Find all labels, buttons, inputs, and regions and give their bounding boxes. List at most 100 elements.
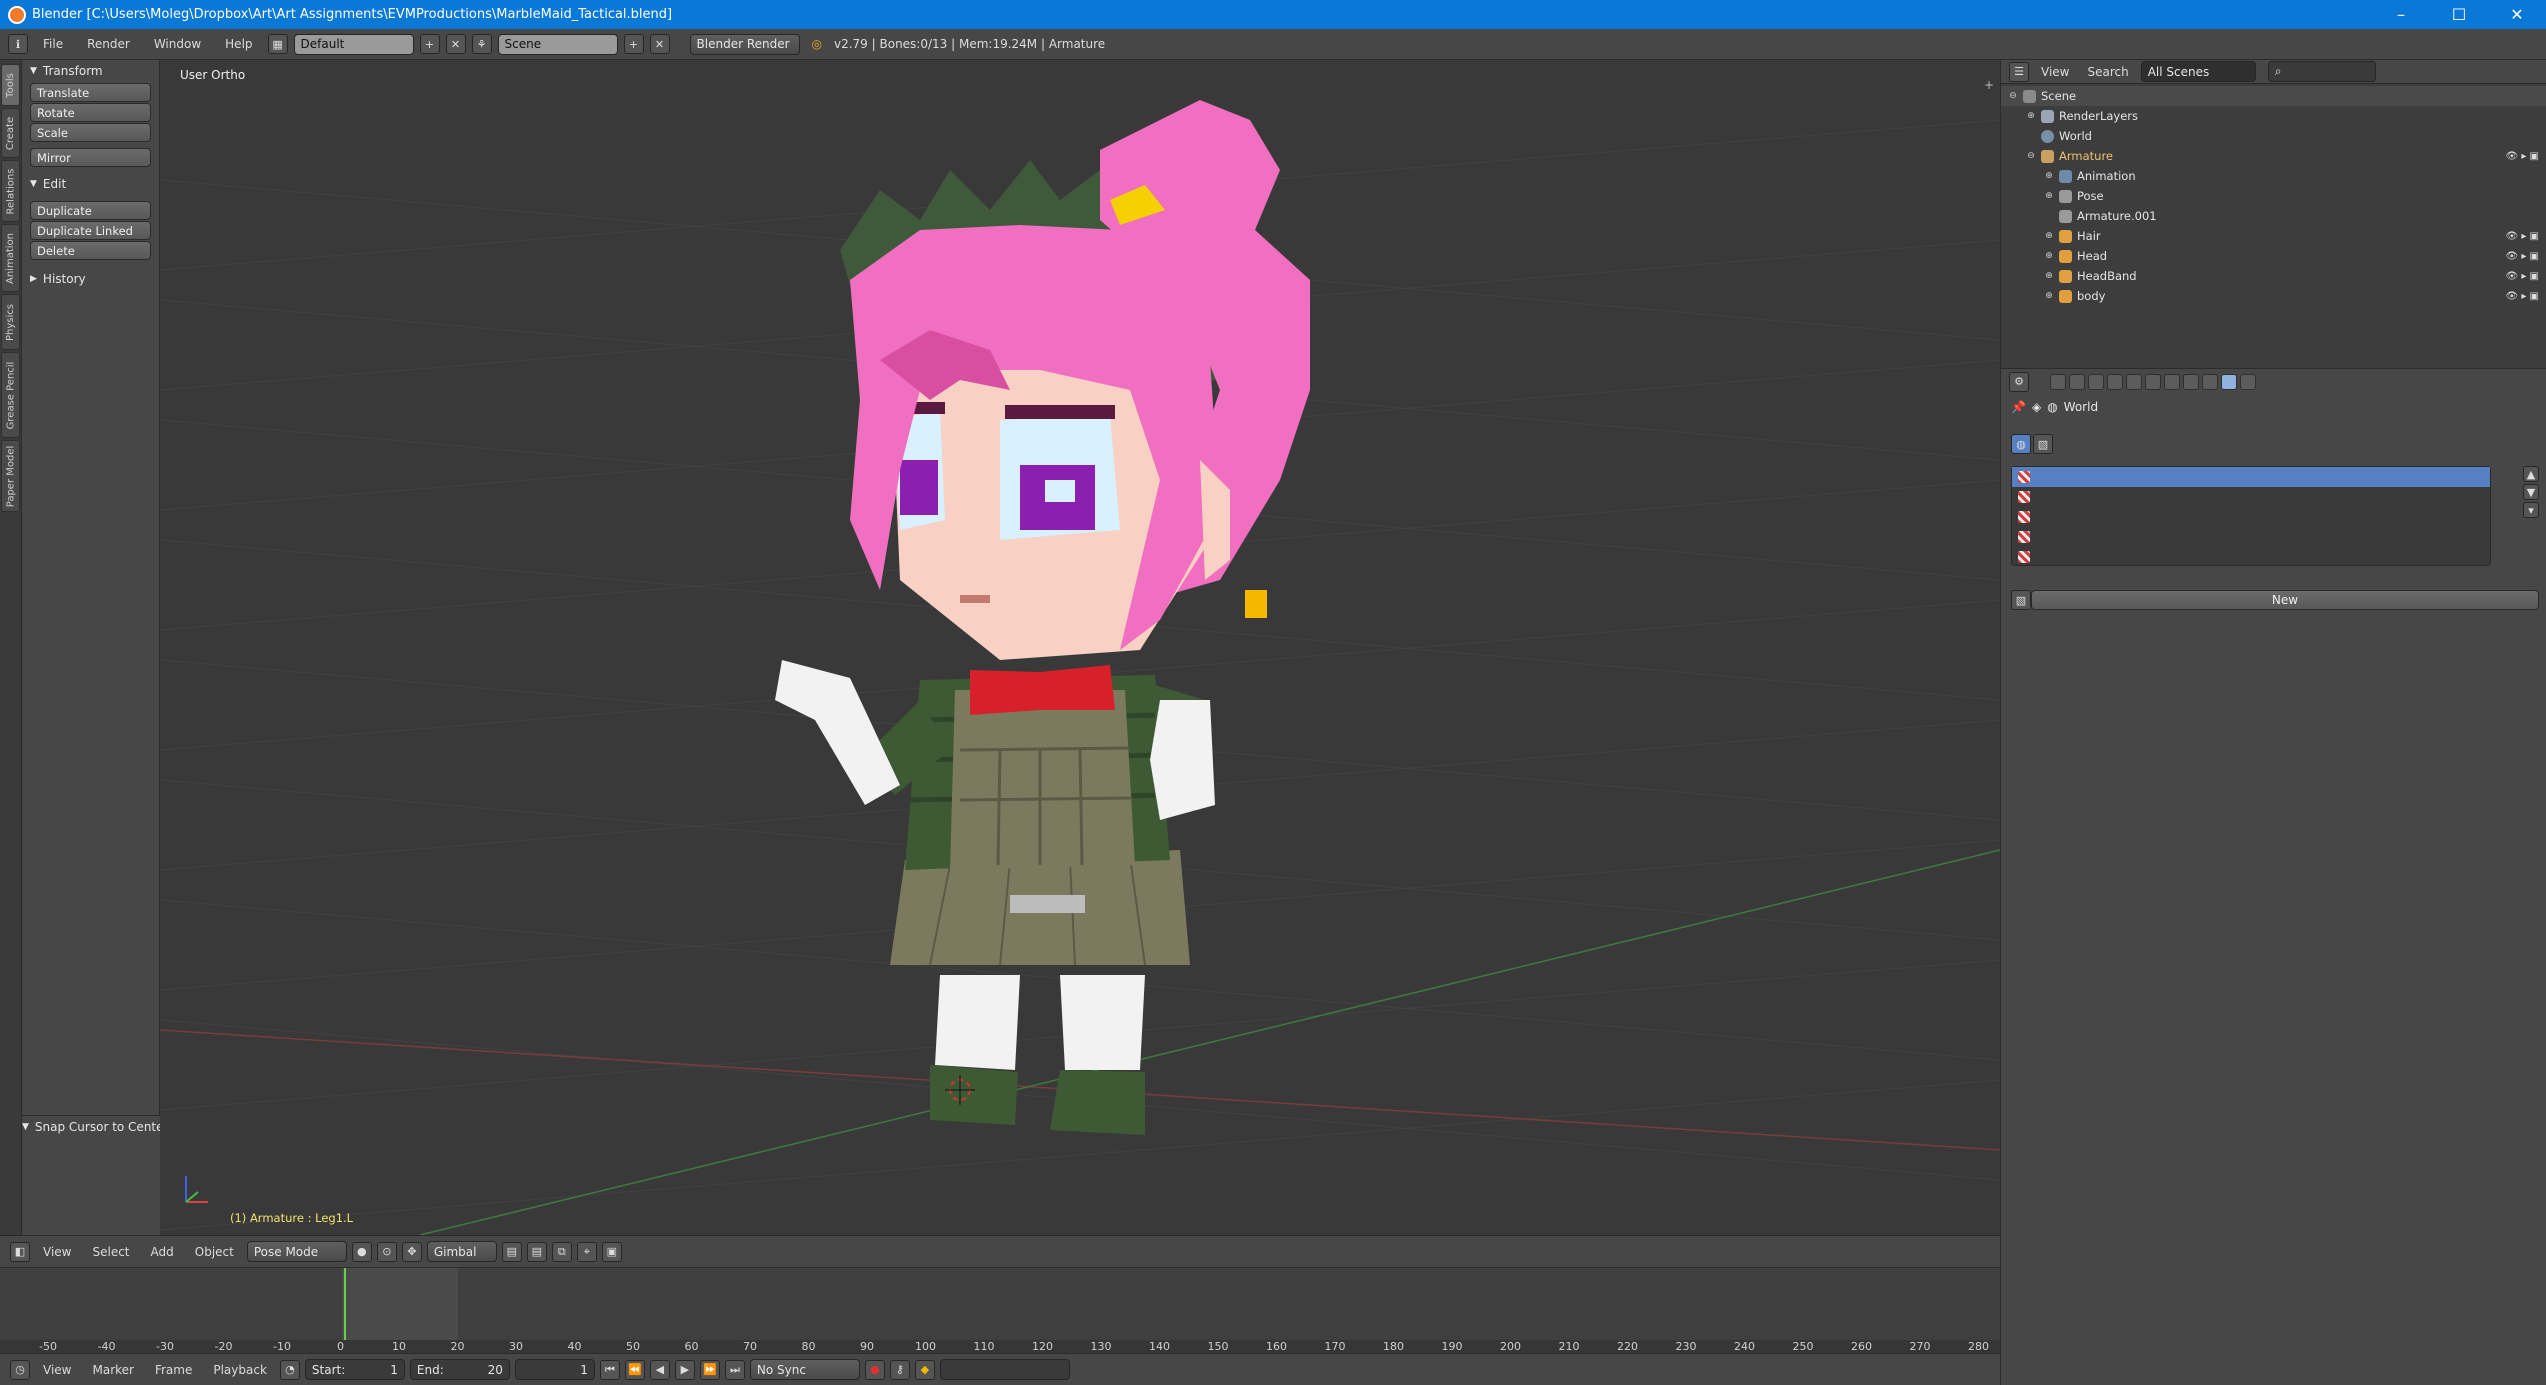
display-mode-dropdown[interactable]: All Scenes: [2140, 61, 2256, 82]
expand-icon[interactable]: ⊕: [2043, 271, 2055, 281]
screen-layout-icon[interactable]: ▦: [267, 34, 288, 54]
history-panel-header[interactable]: ▶ History: [22, 268, 159, 290]
outliner-row-armature[interactable]: ⊖ Armature 👁 ▸ ▣: [2001, 146, 2546, 166]
slot-menu-icon[interactable]: ▾: [2523, 502, 2539, 518]
outliner-row-head[interactable]: ⊕ Head 👁 ▸ ▣: [2001, 246, 2546, 266]
modifiers-tab-icon[interactable]: [2164, 373, 2180, 390]
manipulator-icon[interactable]: ✥: [401, 1241, 422, 1262]
viewport-shading-icon[interactable]: ●: [351, 1241, 372, 1262]
play-icon[interactable]: ▶: [674, 1359, 695, 1380]
translate-button[interactable]: Translate: [30, 83, 151, 102]
orientation-dropdown[interactable]: Gimbal: [426, 1241, 497, 1262]
expand-icon[interactable]: ⊖: [2025, 151, 2037, 161]
menu-view[interactable]: View: [35, 1363, 79, 1377]
3d-viewport[interactable]: User Ortho + (1) Armature : Leg1.L: [160, 60, 2000, 1235]
pivot-point-icon[interactable]: ⊙: [376, 1241, 397, 1262]
editor-type-icon[interactable]: ◧: [10, 1241, 30, 1262]
pose-copy-icon[interactable]: ⧉: [551, 1241, 572, 1262]
scale-button[interactable]: Scale: [30, 123, 151, 142]
snap-cursor-panel-header[interactable]: ▼ Snap Cursor to Center: [22, 1116, 182, 1138]
editor-type-icon[interactable]: ℹ: [8, 34, 28, 54]
menu-view[interactable]: View: [35, 1245, 79, 1259]
menu-search[interactable]: Search: [2081, 65, 2134, 79]
render-engine-dropdown[interactable]: Blender Render: [689, 33, 800, 55]
jump-end-icon[interactable]: ⏭: [724, 1359, 745, 1380]
duplicate-button[interactable]: Duplicate: [30, 201, 151, 220]
menu-select[interactable]: Select: [84, 1245, 137, 1259]
world-texture-icon[interactable]: ◍: [2011, 434, 2031, 454]
constraints-tab-icon[interactable]: [2145, 373, 2161, 390]
jump-start-icon[interactable]: ⏮: [599, 1359, 620, 1380]
menu-window[interactable]: Window: [145, 37, 210, 51]
transform-panel-header[interactable]: ▼ Transform: [22, 60, 159, 82]
expand-icon[interactable]: ⊕: [2043, 291, 2055, 301]
expand-icon[interactable]: ⊕: [2043, 171, 2055, 181]
tab-relations[interactable]: Relations: [1, 160, 20, 222]
outliner-row-armature-data[interactable]: Armature.001: [2001, 206, 2546, 226]
add-scene-icon[interactable]: +: [623, 34, 644, 54]
browse-texture-icon[interactable]: ▧: [2011, 590, 2031, 610]
texture-slot[interactable]: [2012, 487, 2490, 507]
world-tab-icon[interactable]: [2107, 373, 2123, 390]
expand-icon[interactable]: ⊕: [2043, 231, 2055, 241]
visibility-controls[interactable]: 👁 ▸ ▣: [2505, 271, 2539, 282]
end-frame-field[interactable]: End: 20: [409, 1359, 510, 1380]
duplicate-linked-button[interactable]: Duplicate Linked: [30, 221, 151, 240]
keying-set-icon[interactable]: ⚷: [889, 1359, 910, 1380]
data-tab-icon[interactable]: [2183, 373, 2199, 390]
scene-icon[interactable]: ⚘: [471, 34, 492, 54]
mode-dropdown[interactable]: Pose Mode: [246, 1241, 347, 1262]
start-frame-field[interactable]: Start: 1: [304, 1359, 405, 1380]
delete-button[interactable]: Delete: [30, 241, 151, 260]
mirror-button[interactable]: Mirror: [30, 148, 151, 167]
menu-marker[interactable]: Marker: [84, 1363, 141, 1377]
texture-slot[interactable]: [2012, 547, 2490, 567]
pin-icon[interactable]: 📌: [2011, 400, 2026, 414]
rotate-button[interactable]: Rotate: [30, 103, 151, 122]
outliner-row-hair[interactable]: ⊕ Hair 👁 ▸ ▣: [2001, 226, 2546, 246]
outliner-row-pose[interactable]: ⊕ Pose: [2001, 186, 2546, 206]
texture-slot-list[interactable]: [2011, 466, 2491, 566]
menu-playback[interactable]: Playback: [205, 1363, 275, 1377]
menu-view[interactable]: View: [2035, 65, 2075, 79]
minimize-button[interactable]: –: [2372, 0, 2430, 29]
visibility-controls[interactable]: 👁 ▸ ▣: [2505, 291, 2539, 302]
particles-tab-icon[interactable]: [2240, 373, 2256, 390]
brush-texture-icon[interactable]: ▧: [2033, 434, 2053, 454]
layers-2-icon[interactable]: ▤: [526, 1241, 547, 1262]
menu-render[interactable]: Render: [78, 37, 139, 51]
close-button[interactable]: ✕: [2488, 0, 2546, 29]
sync-dropdown[interactable]: No Sync: [749, 1359, 860, 1380]
texture-slot[interactable]: [2012, 467, 2490, 487]
expand-icon[interactable]: ⊕: [2043, 251, 2055, 261]
snap-icon[interactable]: ⌖: [576, 1241, 597, 1262]
maximize-button[interactable]: ☐: [2430, 0, 2488, 29]
scene-tab-icon[interactable]: [2088, 373, 2104, 390]
timeline[interactable]: -50 -40 -30 -20 -10 0 10 20 30 40 50 60 70 80 90 100 110…: [0, 1267, 2000, 1353]
insert-keyframe-icon[interactable]: ◆: [914, 1359, 935, 1380]
new-texture-button[interactable]: New: [2031, 590, 2539, 610]
texture-slot[interactable]: [2012, 507, 2490, 527]
render-layers-tab-icon[interactable]: [2069, 373, 2085, 390]
visibility-controls[interactable]: 👁 ▸ ▣: [2505, 151, 2539, 162]
scene-field[interactable]: Scene: [497, 33, 618, 55]
texture-slot[interactable]: [2012, 527, 2490, 547]
keying-set-field[interactable]: [939, 1359, 1070, 1380]
add-layout-icon[interactable]: +: [419, 34, 440, 54]
editor-type-icon[interactable]: ◷: [10, 1359, 30, 1380]
tab-create[interactable]: Create: [1, 108, 20, 158]
menu-frame[interactable]: Frame: [147, 1363, 200, 1377]
visibility-controls[interactable]: 👁 ▸ ▣: [2505, 251, 2539, 262]
viewport-expand-icon[interactable]: +: [1984, 78, 1994, 92]
tab-physics[interactable]: Physics: [1, 294, 20, 350]
outliner-row-world[interactable]: World: [2001, 126, 2546, 146]
expand-icon[interactable]: ⊕: [2043, 191, 2055, 201]
render-tab-icon[interactable]: [2050, 373, 2066, 390]
object-tab-icon[interactable]: [2126, 373, 2142, 390]
play-reverse-icon[interactable]: ◀: [649, 1359, 670, 1380]
tab-animation[interactable]: Animation: [1, 224, 20, 292]
bone-tab-icon[interactable]: [2202, 373, 2218, 390]
edit-panel-header[interactable]: ▼ Edit: [22, 173, 159, 195]
tab-grease-pencil[interactable]: Grease Pencil: [1, 352, 20, 438]
tab-paper-model[interactable]: Paper Model: [1, 440, 20, 512]
